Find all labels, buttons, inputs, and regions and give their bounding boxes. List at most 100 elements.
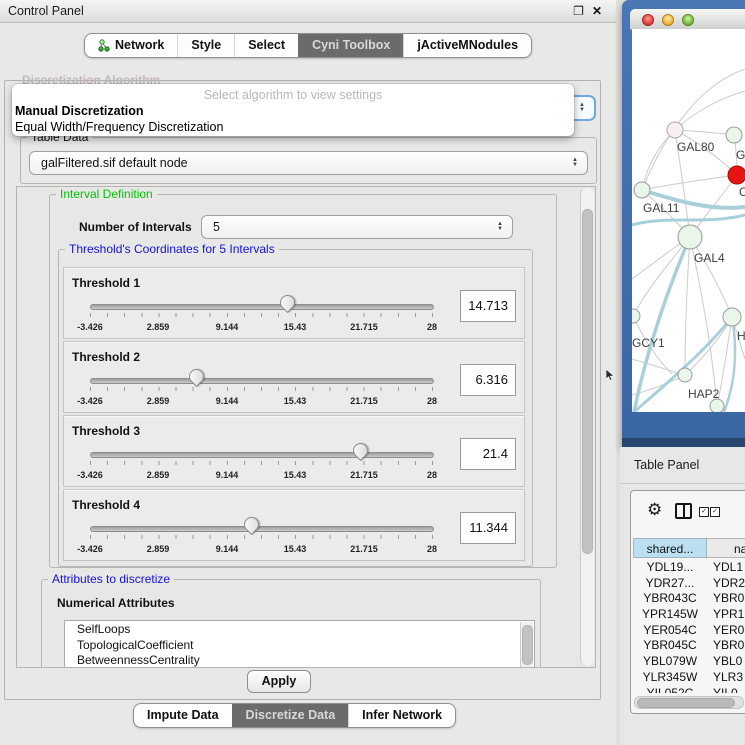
threshold-1-panel: Threshold 1 -3.4262.859 9.14415.43 21.71…: [63, 267, 525, 339]
threshold-2-slider-track[interactable]: [90, 378, 434, 384]
table-horizontal-scrollbar[interactable]: [634, 696, 744, 709]
threshold-4-panel: Threshold 4 -3.4262.859 9.14415.43 21.71…: [63, 489, 525, 561]
table-row[interactable]: YDL19...YDL1: [633, 560, 745, 576]
network-node-partial-h[interactable]: [723, 308, 741, 326]
threshold-3-slider-track[interactable]: [90, 452, 434, 458]
column-header-name[interactable]: na: [707, 538, 745, 558]
panel-title: Control Panel: [8, 0, 84, 22]
combo-spinner-icon: ▲▼: [572, 152, 578, 174]
node-label: GAL4: [694, 251, 725, 265]
tab-infer-network[interactable]: Infer Network: [348, 704, 455, 727]
spinner-arrows-icon: ▲▼: [497, 216, 503, 238]
table-row[interactable]: YLR345WYLR3: [633, 670, 745, 686]
settings-scrollbar-thumb[interactable]: [582, 209, 593, 554]
divider: [620, 483, 745, 484]
checkbox-icon[interactable]: ✓: [710, 507, 720, 517]
network-node-hap2[interactable]: [678, 368, 692, 382]
threshold-1-value-field[interactable]: 14.713: [460, 290, 516, 322]
number-of-intervals-value: 5: [213, 216, 220, 238]
number-of-intervals-label: Number of Intervals: [79, 220, 192, 234]
network-window-frame-bottom: [622, 438, 745, 447]
close-icon[interactable]: ✕: [592, 5, 602, 17]
network-view-window: GAL80 G C GAL11 GAL4 GCY1 H HAP2: [622, 0, 745, 447]
top-tab-bar: Network Style Select Cyni Toolbox jActiv…: [84, 33, 532, 58]
numerical-attributes-label: Numerical Attributes: [57, 596, 175, 610]
mac-zoom-button[interactable]: [682, 14, 694, 26]
network-window-titlebar: [630, 9, 745, 30]
combo-spinner-icon: ▲▼: [579, 97, 585, 119]
float-window-icon[interactable]: ❐: [573, 5, 584, 17]
table-row[interactable]: YBR043CYBR0: [633, 591, 745, 607]
control-panel: Control Panel ❐ ✕ Network Style Select C…: [0, 0, 616, 745]
tab-discretize-data[interactable]: Discretize Data: [232, 704, 349, 727]
table-rows: YDL19...YDL1 YDR27...YDR2 YBR043CYBR0 YP…: [633, 560, 745, 693]
table-row[interactable]: YBL079WYBL0: [633, 654, 745, 670]
node-table: ⚙ ✓ ✓ shared... na YDL19...YDL1 YDR27...…: [630, 490, 745, 714]
split-columns-icon[interactable]: [675, 503, 692, 519]
node-label: GCY1: [632, 336, 665, 350]
apply-button[interactable]: Apply: [247, 670, 311, 693]
tab-jactivemnodules[interactable]: jActiveMNodules: [403, 34, 531, 57]
tick-marks-major: [90, 313, 434, 321]
gear-icon[interactable]: ⚙: [647, 501, 662, 518]
tick-marks-major: [90, 461, 434, 469]
tab-network[interactable]: Network: [85, 34, 177, 57]
table-row[interactable]: YER054CYER0: [633, 623, 745, 639]
mac-minimize-button[interactable]: [662, 14, 674, 26]
threshold-4-slider-track[interactable]: [90, 526, 434, 532]
attributes-groupbox: Attributes to discretize Numerical Attri…: [41, 579, 541, 668]
table-panel-title: Table Panel: [634, 458, 699, 472]
algorithm-dropdown-popup: Select algorithm to view settings Manual…: [12, 84, 574, 136]
tab-style[interactable]: Style: [177, 34, 234, 57]
network-node-partial-g[interactable]: [726, 127, 742, 143]
algorithm-option-equal-width[interactable]: Equal Width/Frequency Discretization: [15, 120, 223, 134]
tab-cyni-toolbox[interactable]: Cyni Toolbox: [298, 34, 403, 57]
checkbox-icon[interactable]: ✓: [699, 507, 709, 517]
list-item[interactable]: TopologicalCoefficient: [65, 637, 534, 653]
mac-close-button[interactable]: [642, 14, 654, 26]
table-panel: Table Panel ⚙ ✓ ✓ shared... na YDL19...Y…: [620, 447, 745, 745]
network-node-gal11[interactable]: [634, 182, 650, 198]
threshold-2-panel: Threshold 2 -3.4262.859 9.14415.43 21.71…: [63, 341, 525, 413]
network-node-gcy1[interactable]: [632, 309, 640, 323]
network-icon: [98, 39, 110, 52]
network-node-gal80[interactable]: [667, 122, 683, 138]
network-canvas[interactable]: GAL80 G C GAL11 GAL4 GCY1 H HAP2: [632, 29, 745, 412]
table-data-combobox[interactable]: galFiltered.sif default node ▲▼: [29, 151, 588, 175]
threshold-1-slider-track[interactable]: [90, 304, 434, 310]
network-node-gal4[interactable]: [678, 225, 702, 249]
table-data-groupbox: Table Data galFiltered.sif default node …: [20, 137, 597, 184]
node-label: H: [737, 329, 745, 343]
tick-marks-major: [90, 387, 434, 395]
column-header-shared[interactable]: shared...: [633, 538, 707, 558]
node-label: HAP2: [688, 387, 720, 401]
threshold-3-value-field[interactable]: 21.4: [460, 438, 516, 470]
algorithm-option-manual[interactable]: Manual Discretization: [15, 104, 144, 118]
bottom-tab-bar: Impute Data Discretize Data Infer Networ…: [133, 703, 456, 728]
mouse-cursor-icon: [606, 369, 616, 382]
threshold-2-label: Threshold 2: [72, 350, 140, 364]
number-of-intervals-spinner[interactable]: 5 ▲▼: [201, 215, 513, 239]
table-row[interactable]: YDR27...YDR2: [633, 576, 745, 592]
numerical-attributes-list: SelfLoops TopologicalCoefficient Between…: [64, 620, 535, 668]
table-row[interactable]: YPR145WYPR1: [633, 607, 745, 623]
network-graph: GAL80 G C GAL11 GAL4 GCY1 H HAP2: [632, 29, 745, 412]
list-item[interactable]: BetweennessCentrality: [65, 652, 534, 668]
table-scrollbar-thumb[interactable]: [637, 698, 735, 708]
list-scrollbar[interactable]: [520, 622, 533, 668]
tab-select[interactable]: Select: [234, 34, 298, 57]
threshold-2-value-field[interactable]: 6.316: [460, 364, 516, 396]
node-label: GAL80: [677, 140, 715, 154]
tab-impute-data[interactable]: Impute Data: [134, 704, 232, 727]
settings-vertical-scrollbar[interactable]: [580, 188, 594, 666]
list-scrollbar-thumb[interactable]: [522, 625, 533, 665]
network-node-selected-red[interactable]: [728, 166, 745, 184]
node-label: G: [736, 148, 745, 162]
list-item[interactable]: SelfLoops: [65, 621, 534, 637]
table-data-value: galFiltered.sif default node: [41, 152, 188, 174]
control-panel-titlebar: Control Panel ❐ ✕: [0, 0, 616, 23]
threshold-4-value-field[interactable]: 11.344: [460, 512, 516, 544]
table-row[interactable]: YBR045CYBR0: [633, 638, 745, 654]
table-row[interactable]: YIL052CYIL0: [633, 686, 745, 694]
node-label: GAL11: [643, 201, 680, 215]
